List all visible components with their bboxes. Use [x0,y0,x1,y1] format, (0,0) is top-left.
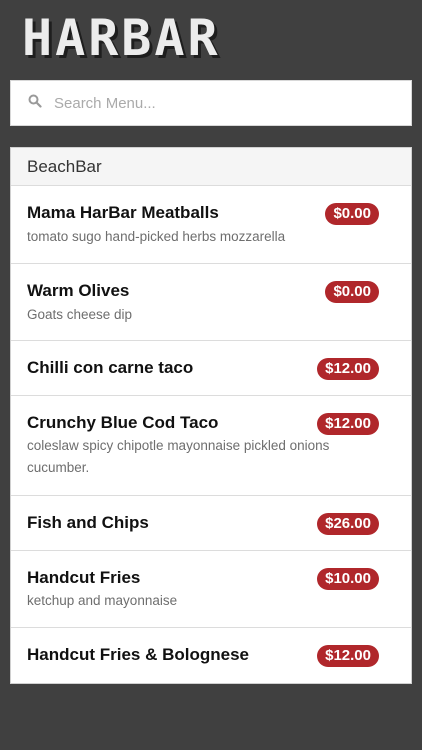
item-description: tomato sugo hand-picked herbs mozzarella [27,229,286,244]
menu-item[interactable]: Chilli con carne taco $12.00 [11,341,411,396]
item-name: Warm Olives [27,281,130,300]
item-name: Mama HarBar Meatballs [27,203,219,222]
price-badge: $26.00 [317,513,379,535]
price-badge: $0.00 [325,281,379,303]
menu-item[interactable]: Mama HarBar Meatballs tomato sugo hand-p… [11,186,411,264]
menu-list: BeachBar Mama HarBar Meatballs tomato su… [10,147,412,684]
item-name: Handcut Fries [27,568,141,587]
price-badge: $0.00 [325,203,379,225]
price-badge: $12.00 [317,413,379,435]
menu-item[interactable]: Warm Olives Goats cheese dip $0.00 [11,264,411,341]
item-name: Handcut Fries & Bolognese [27,645,249,664]
app-logo: HARBAR [22,9,221,67]
item-name: Crunchy Blue Cod Taco [27,413,219,432]
item-description: Goats cheese dip [27,307,133,322]
price-badge: $12.00 [317,645,379,667]
price-badge: $10.00 [317,568,379,590]
search-bar[interactable] [10,80,412,126]
item-description: ketchup and mayonnaise [27,593,178,608]
menu-item[interactable]: Handcut Fries ketchup and mayonnaise $10… [11,551,411,628]
item-description: coleslaw spicy chipotle mayonnaise pickl… [27,438,330,475]
item-name: Chilli con carne taco [27,358,194,377]
menu-item[interactable]: Fish and Chips $26.00 [11,496,411,551]
item-name: Fish and Chips [27,513,149,532]
search-input[interactable] [54,94,411,112]
section-header: BeachBar [11,148,411,186]
search-icon [28,94,46,112]
price-badge: $12.00 [317,358,379,380]
menu-item[interactable]: Crunchy Blue Cod Taco coleslaw spicy chi… [11,396,411,496]
menu-item[interactable]: Handcut Fries & Bolognese $12.00 [11,628,411,683]
